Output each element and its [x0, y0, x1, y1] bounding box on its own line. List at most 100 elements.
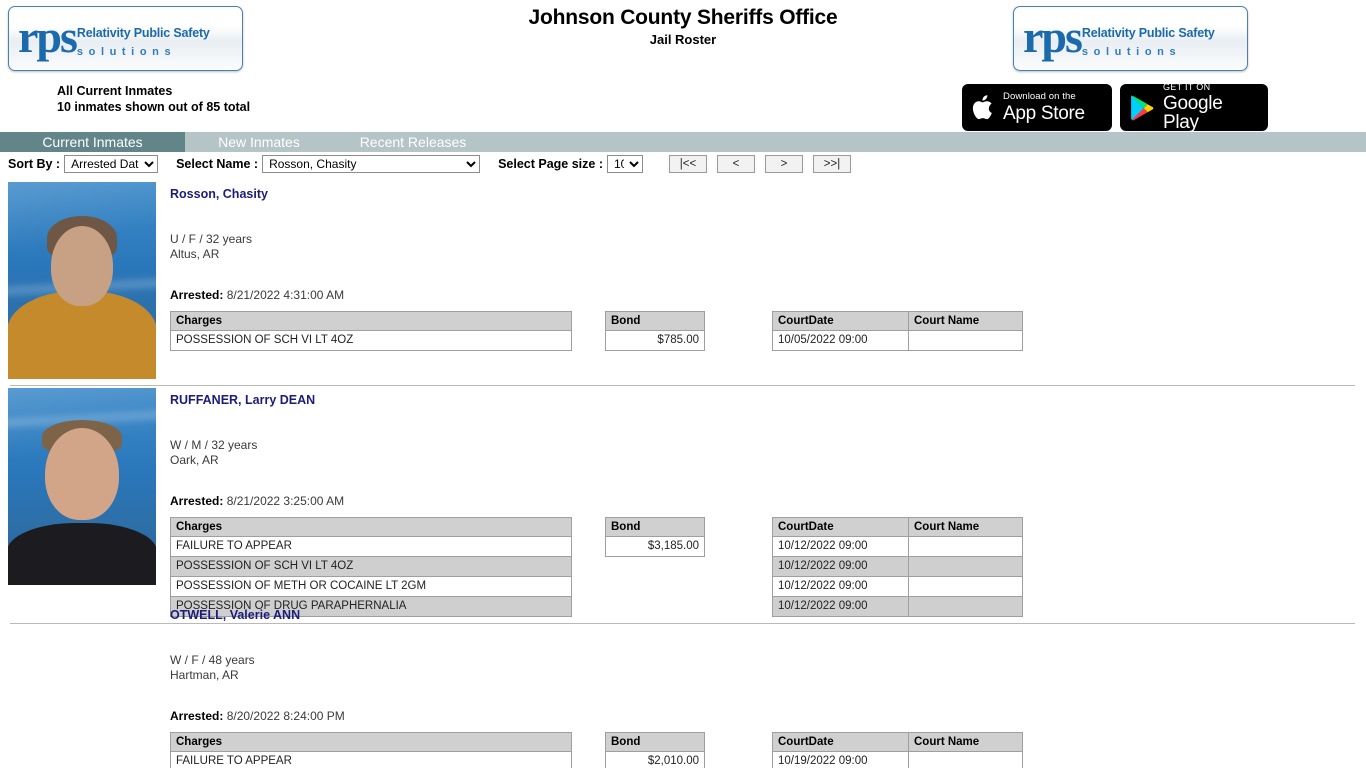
court-date-cell: 10/12/2022 09:00 — [772, 556, 909, 577]
inmate-city: Oark, AR — [170, 453, 219, 467]
select-name-dropdown[interactable]: Rosson, Chasity — [262, 154, 481, 173]
court-name-header: Court Name — [908, 311, 1023, 331]
charges-table: Charges FAILURE TO APPEAR — [170, 732, 572, 768]
pagination-controls: |<< < > >>| — [669, 154, 851, 173]
court-date-cell: 10/12/2022 09:00 — [772, 576, 909, 597]
table-header-row: Bond — [605, 732, 705, 752]
charge-cell: POSSESSION OF METH OR COCAINE LT 2GM — [170, 576, 572, 597]
bond-amount-cell: $3,185.00 — [605, 536, 705, 557]
tab-current-inmates[interactable]: Current Inmates — [0, 132, 185, 152]
inmate-demographics: W / F / 48 years Hartman, AR — [170, 653, 1366, 683]
charge-cell: FAILURE TO APPEAR — [170, 751, 572, 768]
table-row: FAILURE TO APPEAR — [170, 536, 572, 557]
inmate-details: RUFFANER, Larry DEAN W / M / 32 years Oark… — [170, 388, 1366, 617]
google-play-badge-small-text: GET IT ON — [1163, 82, 1211, 92]
table-header-row: Bond — [605, 517, 705, 537]
charge-cell: POSSESSION OF SCH VI LT 4OZ — [170, 556, 572, 577]
charges-header: Charges — [170, 517, 572, 537]
table-row: $3,185.00 — [605, 536, 705, 557]
inmate-mugshot[interactable] — [8, 388, 156, 585]
roster-controls: Sort By : Arrested Date Select Name : Ro… — [0, 152, 1366, 175]
mugshot-face — [45, 428, 119, 520]
table-row: 10/12/2022 09:00 — [772, 536, 1023, 557]
inmate-name-link[interactable]: Rosson, Chasity — [170, 186, 268, 202]
arrested-datetime: 8/21/2022 4:31:00 AM — [226, 288, 345, 302]
table-row: POSSESSION OF SCH VI LT 4OZ — [170, 556, 572, 577]
rps-tagline-line2: solutions — [1081, 45, 1182, 58]
table-row: 10/19/2022 09:00 — [772, 751, 1023, 768]
table-row: FAILURE TO APPEAR — [170, 751, 572, 768]
arrested-label: Arrested: — [170, 709, 224, 723]
charge-tables: Charges POSSESSION OF SCH VI LT 4OZ Bond $7… — [170, 311, 1366, 351]
table-row: $785.00 — [605, 330, 705, 351]
rps-wordmark: rps — [1023, 11, 1083, 63]
last-page-button[interactable]: >>| — [813, 154, 851, 173]
arrest-info: Arrested: 8/21/2022 4:31:00 AM — [170, 288, 1366, 303]
mugshot-face — [51, 226, 113, 306]
bond-table: Bond $785.00 — [605, 311, 705, 351]
court-date-cell: 10/05/2022 09:00 — [772, 330, 909, 351]
page-size-select[interactable]: 10 — [607, 154, 643, 173]
table-row: 10/12/2022 09:00 — [772, 576, 1023, 597]
court-date-header: CourtDate — [772, 732, 909, 752]
app-store-badge[interactable]: Download on the App Store — [962, 84, 1112, 131]
inmate-details: Rosson, Chasity U / F / 32 years Altus, AR… — [170, 182, 1366, 379]
page-header: RPS rps Relativity Public Safety solutio… — [0, 0, 1366, 132]
inmate-name-link[interactable]: RUFFANER, Larry DEAN — [170, 392, 315, 408]
inmate-race-sex-age: U / F / 32 years — [170, 232, 253, 246]
arrested-datetime: 8/20/2022 8:24:00 PM — [226, 709, 345, 723]
page-size-label: Select Page size : — [498, 156, 603, 171]
inmate-mugshot[interactable] — [8, 182, 156, 379]
table-row: $2,010.00 — [605, 751, 705, 768]
mugshot-column — [0, 182, 170, 379]
google-play-icon — [1129, 93, 1156, 122]
court-name-cell — [908, 556, 1023, 577]
inmate-city: Altus, AR — [170, 247, 220, 261]
apple-icon — [971, 93, 996, 122]
roster-summary: All Current Inmates 10 inmates shown out… — [57, 83, 250, 115]
sort-by-select[interactable]: Arrested Date — [64, 154, 159, 173]
table-row: 10/05/2022 09:00 — [772, 330, 1023, 351]
rps-logo-right[interactable]: RPS rps Relativity Public Safety solutio… — [1013, 6, 1248, 71]
select-name-label: Select Name : — [176, 156, 259, 171]
table-row: 10/12/2022 09:00 — [772, 556, 1023, 577]
mugshot-column — [0, 388, 170, 617]
court-date-cell: 10/12/2022 09:00 — [772, 536, 909, 557]
court-name-cell — [908, 576, 1023, 597]
bond-table: Bond $2,010.00 — [605, 732, 705, 768]
court-table: CourtDate Court Name 10/19/2022 09:00 — [772, 732, 1023, 768]
inmate-details: OTWELL, Valerie ANN W / F / 48 years Hartm… — [170, 603, 1366, 768]
arrested-label: Arrested: — [170, 494, 224, 508]
google-play-badge-label: Google Play — [1163, 93, 1223, 133]
app-store-badges: Download on the App Store GET IT ON Goog… — [962, 82, 1268, 133]
previous-page-button[interactable]: < — [717, 154, 755, 173]
bond-table: Bond $3,185.00 — [605, 517, 705, 557]
arrested-label: Arrested: — [170, 288, 224, 302]
roster-summary-title: All Current Inmates — [57, 84, 173, 98]
tab-recent-releases[interactable]: Recent Releases — [333, 132, 493, 152]
inmate-name-link[interactable]: OTWELL, Valerie ANN — [170, 607, 300, 623]
bond-header: Bond — [605, 311, 705, 331]
charge-tables: Charges FAILURE TO APPEAR Bond $2,010.00 Cou… — [170, 732, 1366, 768]
table-row: POSSESSION OF METH OR COCAINE LT 2GM — [170, 576, 572, 597]
bond-header: Bond — [605, 517, 705, 537]
inmate-record: Rosson, Chasity U / F / 32 years Altus, AR… — [0, 175, 1366, 386]
charge-cell: POSSESSION OF SCH VI LT 4OZ — [170, 330, 572, 351]
table-header-row: Charges — [170, 311, 572, 331]
first-page-button[interactable]: |<< — [669, 154, 707, 173]
court-name-cell — [908, 536, 1023, 557]
court-date-header: CourtDate — [772, 517, 909, 537]
google-play-badge[interactable]: GET IT ON Google Play — [1120, 82, 1268, 133]
inmate-city: Hartman, AR — [170, 668, 239, 682]
inmate-list: Rosson, Chasity U / F / 32 years Altus, AR… — [0, 175, 1366, 768]
table-header-row: Charges — [170, 517, 572, 537]
tab-new-inmates[interactable]: New Inmates — [185, 132, 333, 152]
bond-amount-cell: $785.00 — [605, 330, 705, 351]
next-page-button[interactable]: > — [765, 154, 803, 173]
inmate-race-sex-age: W / M / 32 years — [170, 438, 258, 452]
mugshot-column — [0, 603, 170, 768]
court-name-cell — [908, 751, 1023, 768]
charges-table: Charges POSSESSION OF SCH VI LT 4OZ — [170, 311, 572, 351]
inmate-demographics: W / M / 32 years Oark, AR — [170, 438, 1366, 468]
table-header-row: Bond — [605, 311, 705, 331]
